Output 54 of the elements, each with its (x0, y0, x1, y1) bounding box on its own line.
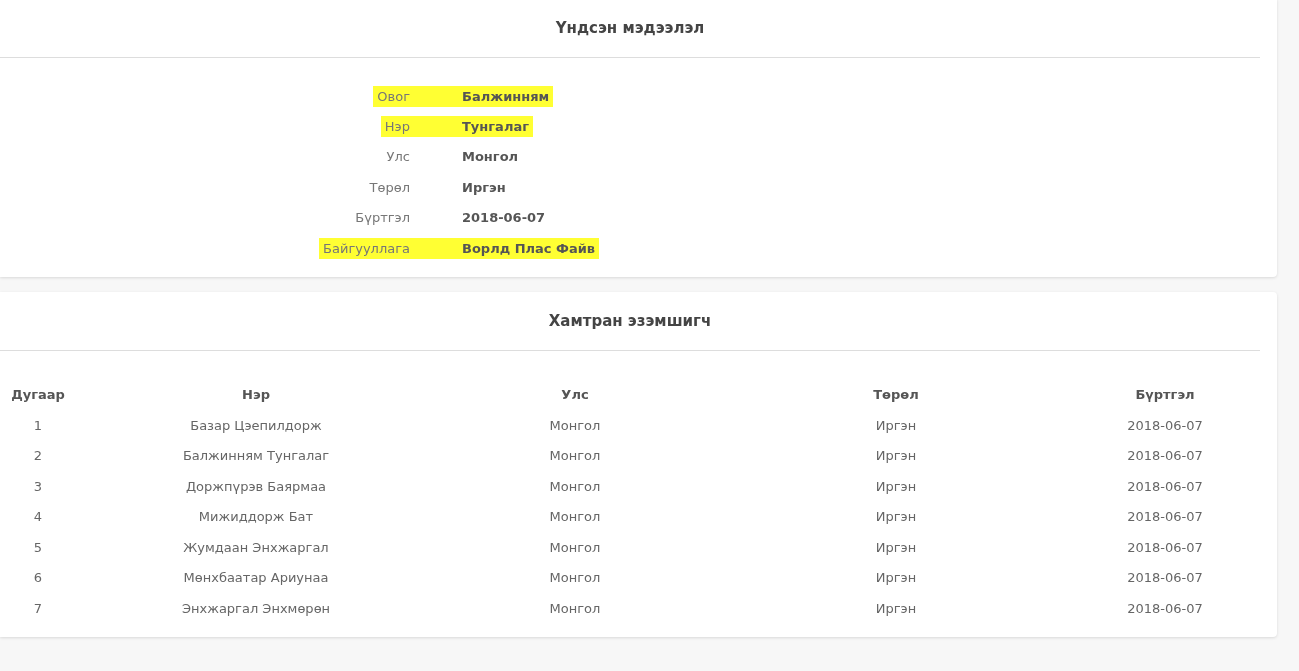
table-cell: Иргэн (875, 478, 917, 494)
table-cell: 2018-06-07 (1127, 417, 1203, 433)
column-header: Бүртгэл (1135, 387, 1195, 403)
column-header: Төрөл (873, 387, 919, 403)
table-cell: 2018-06-07 (1127, 539, 1203, 555)
table-cell: Балжинням Тунгалаг (182, 448, 330, 464)
table-cell: Иргэн (875, 539, 917, 555)
field-label: Улс (385, 148, 411, 167)
table-cell: 2 (33, 448, 43, 464)
field-value: Ворлд Плас Файв (436, 237, 600, 259)
table-cell: Монгол (549, 539, 601, 555)
column-header: Дугаар (11, 387, 65, 403)
table-cell: 2018-06-07 (1127, 570, 1203, 586)
table-cell: Жумдаан Энхжаргал (183, 539, 329, 555)
field-label: Бүртгэл (354, 209, 411, 228)
table-cell: Монгол (549, 448, 601, 464)
table-cell: Иргэн (875, 417, 917, 433)
section-title: Үндсэн мэдээлэл (555, 19, 705, 37)
table-cell: Монгол (549, 478, 601, 494)
field-label: Овог (373, 85, 436, 107)
table-cell: 6 (33, 570, 43, 586)
table-cell: 2018-06-07 (1127, 478, 1203, 494)
table-cell: 3 (33, 478, 43, 494)
field-value: Монгол (461, 148, 520, 167)
column-header: Улс (561, 387, 589, 403)
table-cell: Монгол (549, 509, 601, 525)
table-cell: 7 (33, 600, 43, 616)
table-cell: Иргэн (875, 600, 917, 616)
table-cell: Доржпүрэв Баярмаа (185, 478, 327, 494)
table-cell: Иргэн (875, 448, 917, 464)
table-cell: Мижиддорж Бат (198, 509, 314, 525)
table-cell: Монгол (549, 600, 601, 616)
column-header: Нэр (242, 387, 270, 403)
table-cell: Иргэн (875, 570, 917, 586)
table-cell: 2018-06-07 (1127, 600, 1203, 616)
field-value: 2018-06-07 (461, 209, 547, 228)
table-cell: 1 (33, 417, 43, 433)
table-cell: Базар Цэепилдорж (190, 417, 322, 433)
table-cell: 2018-06-07 (1127, 509, 1203, 525)
table-cell: 4 (33, 509, 43, 525)
field-value: Балжинням (436, 85, 554, 107)
table-cell: Энхжаргал Энхмөрөн (181, 600, 331, 616)
field-value: Тунгалаг (436, 116, 533, 138)
field-value: Иргэн (461, 178, 507, 197)
field-label: Нэр (380, 116, 436, 138)
table-cell: 5 (33, 539, 43, 555)
section-title: Хамтран эзэмшигч (548, 312, 712, 331)
table-cell: Монгол (549, 570, 601, 586)
table-cell: Иргэн (875, 509, 917, 525)
table-cell: Мөнхбаатар Ариунаа (183, 570, 329, 586)
table-cell: Монгол (549, 417, 601, 433)
table-cell: 2018-06-07 (1127, 448, 1203, 464)
field-label: Төрөл (368, 178, 411, 197)
field-label: Байгууллага (319, 237, 436, 259)
